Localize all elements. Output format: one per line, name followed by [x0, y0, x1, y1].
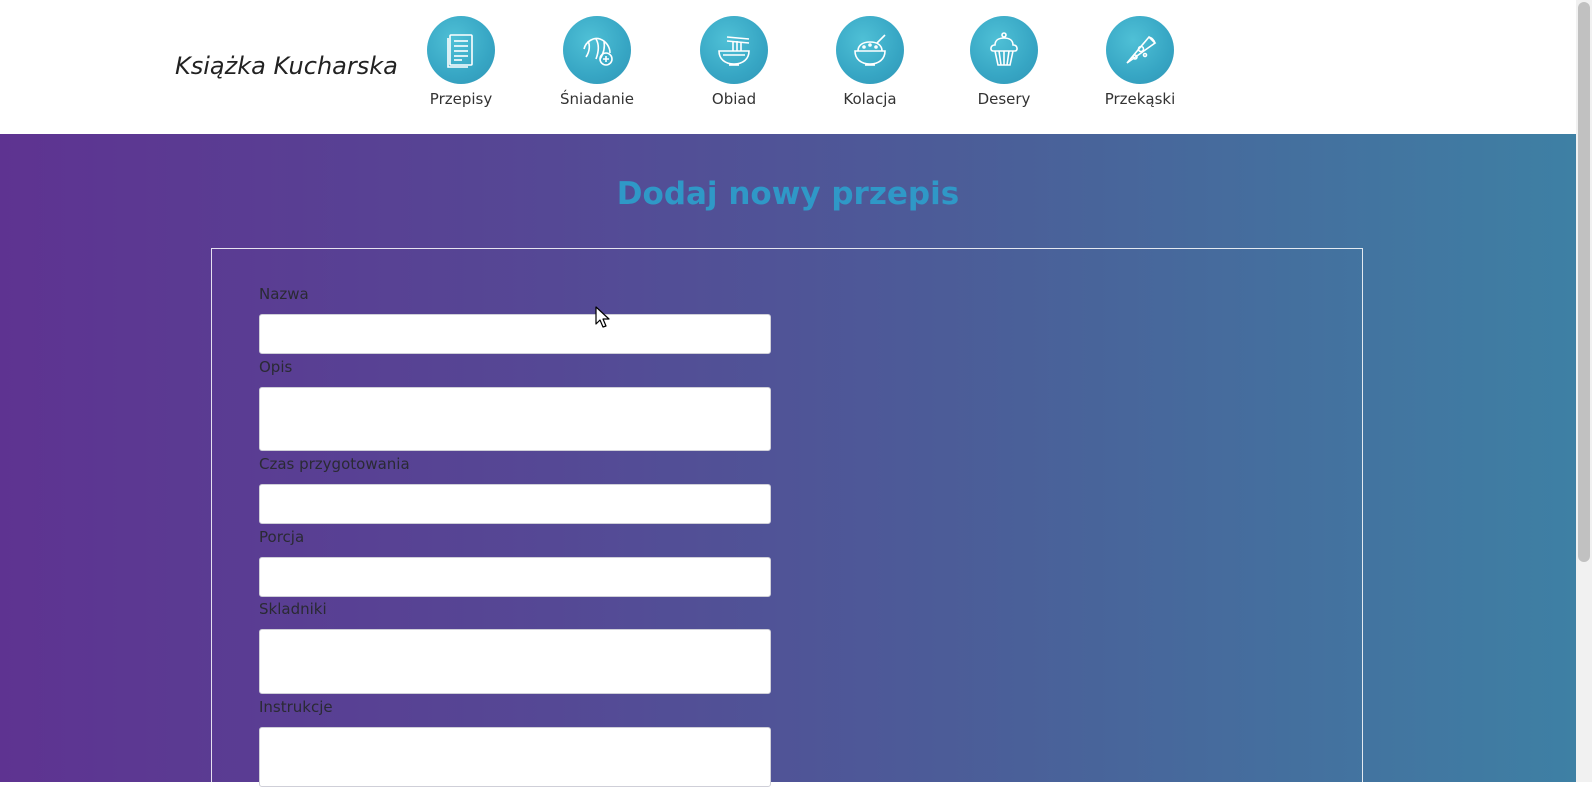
pizza-slice-icon — [1106, 16, 1174, 84]
nav-item-przepisy[interactable]: Przepisy — [406, 16, 516, 108]
portion-label: Porcja — [259, 528, 305, 546]
recipe-document-icon — [427, 16, 495, 84]
prep-time-label: Czas przygotowania — [259, 455, 410, 473]
description-textarea[interactable] — [259, 387, 771, 451]
nav-item-kolacja[interactable]: Kolacja — [815, 16, 925, 108]
nav-label: Obiad — [711, 90, 757, 108]
mouse-cursor-icon — [595, 306, 610, 328]
noodle-bowl-icon — [700, 16, 768, 84]
nav-label: Śniadanie — [559, 90, 634, 108]
scrollbar-thumb[interactable] — [1578, 2, 1590, 562]
name-input[interactable] — [259, 314, 771, 354]
prep-time-input[interactable] — [259, 484, 771, 524]
page-title: Dodaj nowy przepis — [616, 176, 960, 212]
instructions-textarea[interactable] — [259, 727, 771, 787]
nav-label: Desery — [977, 90, 1031, 108]
nav-item-sniadanie[interactable]: Śniadanie — [542, 16, 652, 108]
ingredients-textarea[interactable] — [259, 629, 771, 694]
rice-bowl-icon — [836, 16, 904, 84]
portion-input[interactable] — [259, 557, 771, 597]
nav-item-desery[interactable]: Desery — [949, 16, 1059, 108]
description-label: Opis — [259, 358, 293, 376]
site-header: Książka Kucharska Przepisy Śniadanie Obi… — [0, 0, 1576, 134]
croissant-icon — [563, 16, 631, 84]
nav-label: Przepisy — [429, 90, 493, 108]
nav-label: Przekąski — [1104, 90, 1176, 108]
main-content: Dodaj nowy przepis Nazwa Opis Czas przyg… — [0, 134, 1576, 810]
ingredients-label: Skladniki — [259, 600, 327, 618]
site-logo-text[interactable]: Książka Kucharska — [175, 52, 398, 80]
page-scrollbar[interactable] — [1576, 0, 1592, 782]
add-recipe-form: Nazwa Opis Czas przygotowania Porcja Skl… — [211, 248, 1363, 810]
nav-item-przekaski[interactable]: Przekąski — [1085, 16, 1195, 108]
instructions-label: Instrukcje — [259, 698, 333, 716]
nav-item-obiad[interactable]: Obiad — [679, 16, 789, 108]
nav-label: Kolacja — [843, 90, 897, 108]
name-label: Nazwa — [259, 285, 309, 303]
cupcake-icon — [970, 16, 1038, 84]
